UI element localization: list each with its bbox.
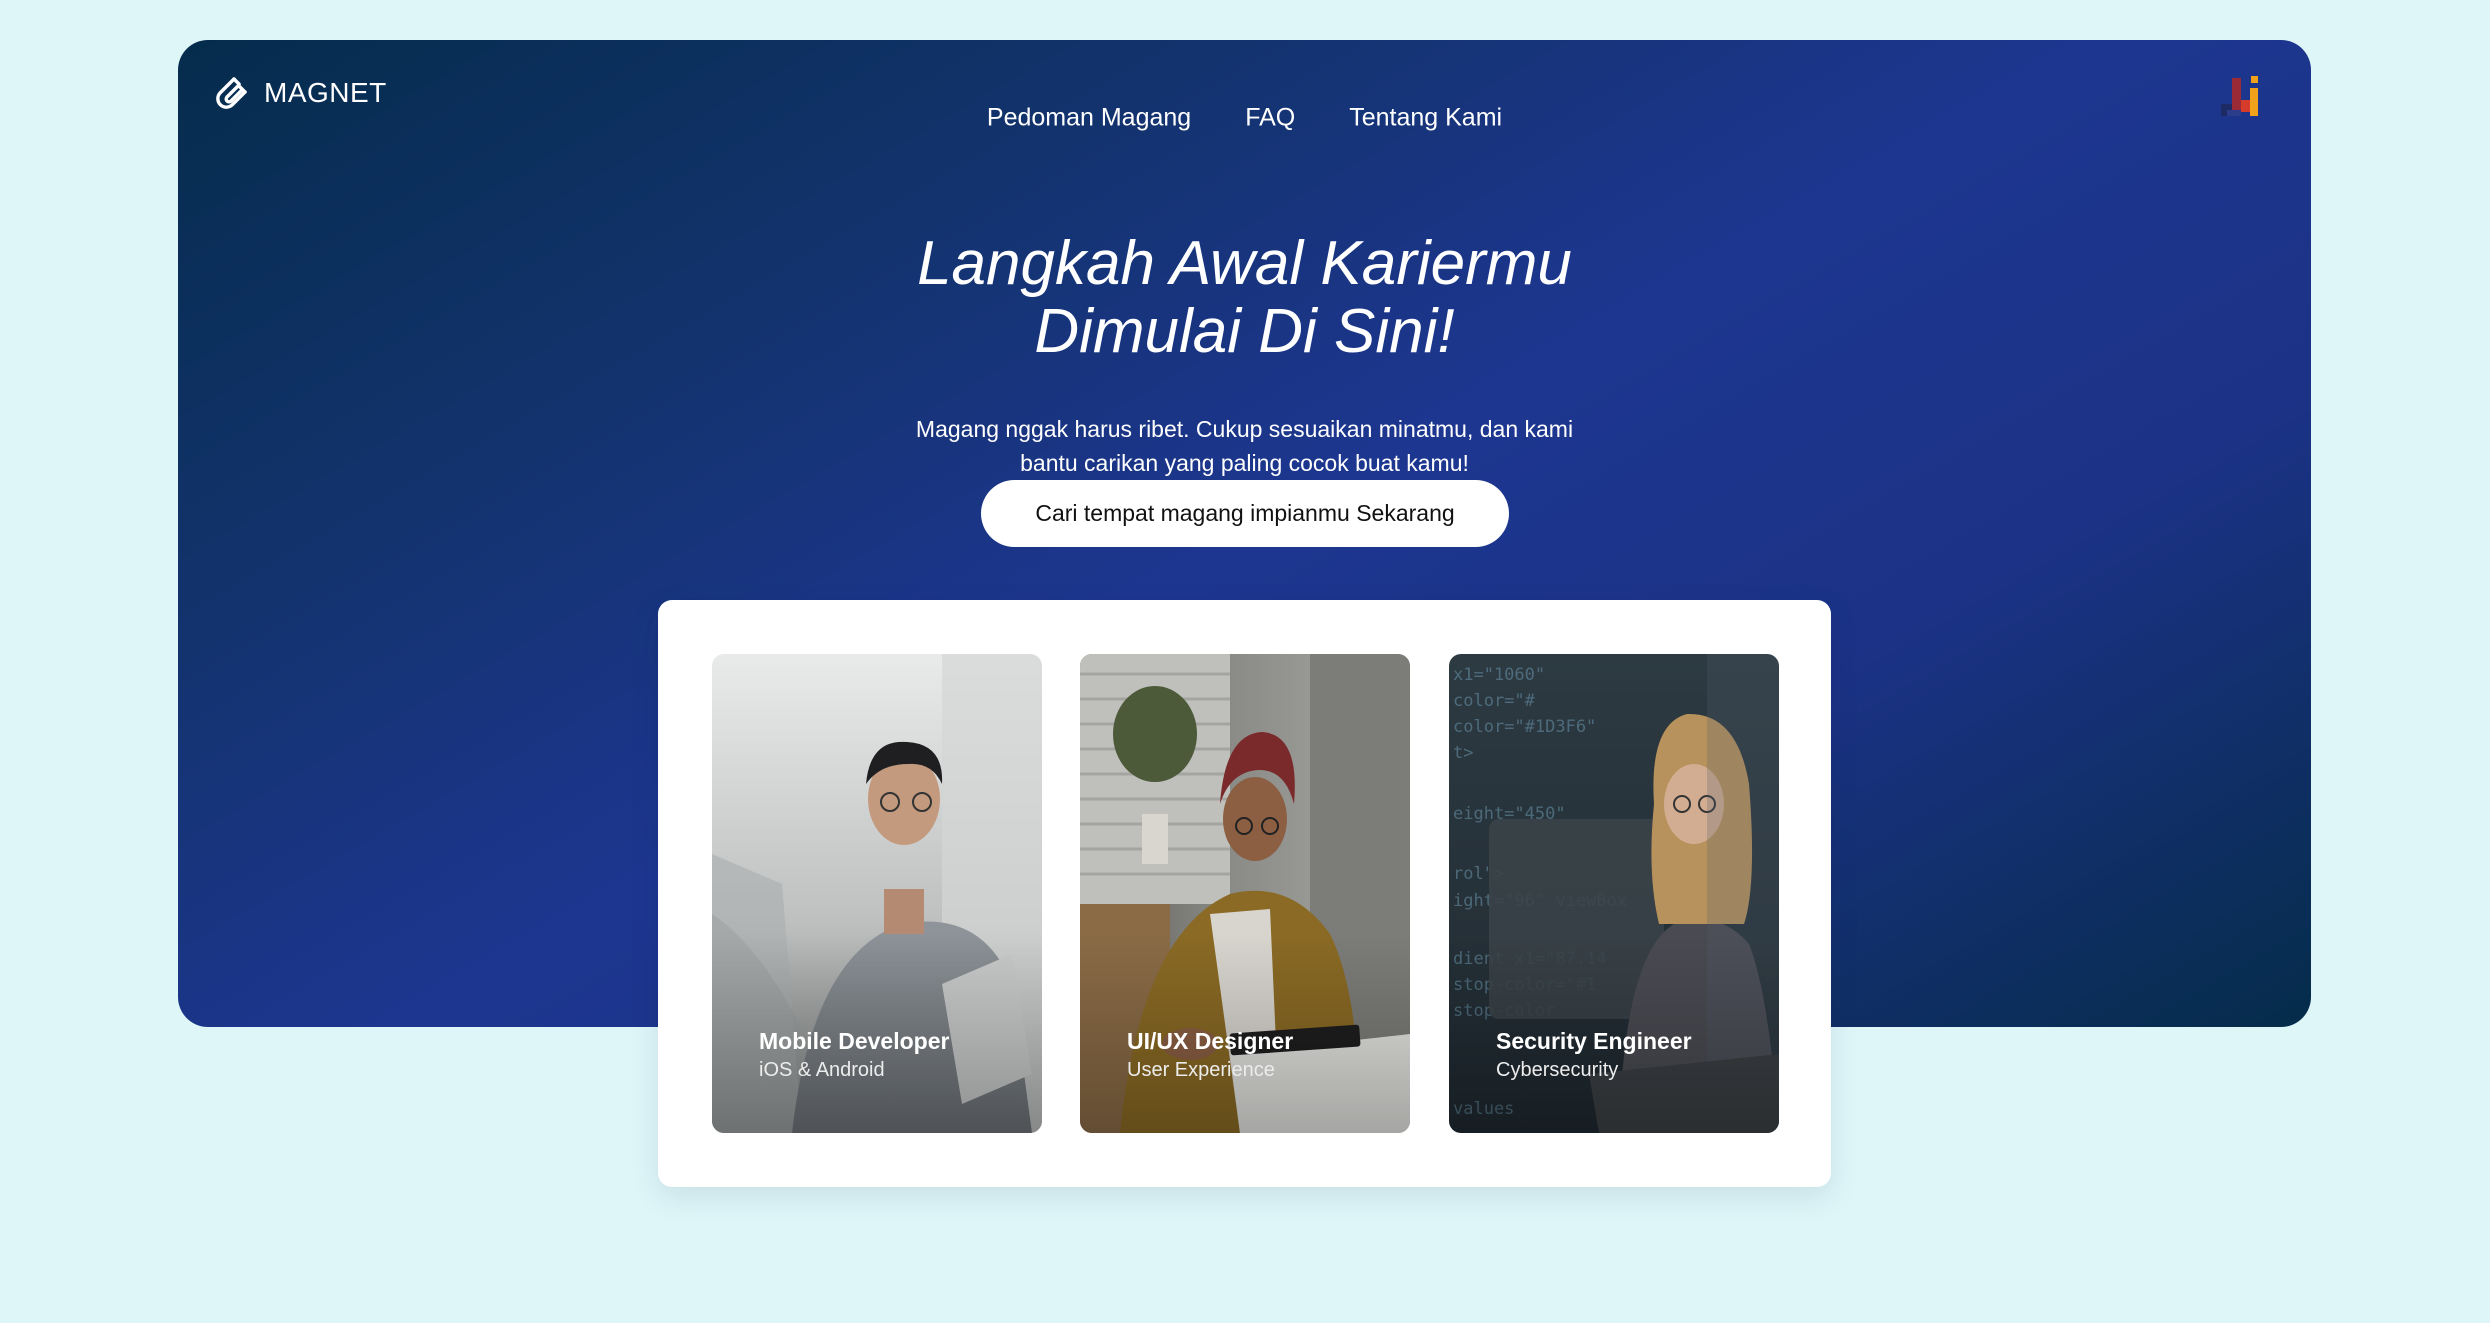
partner-logo-icon[interactable] [2219,70,2269,120]
nav-link-pedoman-magang[interactable]: Pedoman Magang [987,104,1191,133]
hero-subtitle-line-2: bantu carikan yang paling cocok buat kam… [1020,450,1469,476]
hero-title: Langkah Awal Kariermu Dimulai Di Sini! [178,230,2311,366]
find-internship-button[interactable]: Cari tempat magang impianmu Sekarang [981,480,1509,547]
svg-text:color="#: color="# [1453,691,1536,711]
nav-link-faq[interactable]: FAQ [1245,104,1295,133]
nav-link-tentang-kami[interactable]: Tentang Kami [1349,104,1502,133]
hero-subtitle-line-1: Magang nggak harus ribet. Cukup sesuaika… [915,416,1574,442]
card-subtitle: User Experience [1127,1059,1275,1081]
card-title: Mobile Developer [759,1028,950,1054]
card-subtitle: Cybersecurity [1496,1059,1619,1081]
career-card-security-engineer[interactable]: x1="1060" color="# color="#1D3F6" t> eig… [1449,654,1779,1133]
hero-subtitle: Magang nggak harus ribet. Cukup sesuaika… [178,412,2311,480]
career-card-ui-ux-designer[interactable]: UI/UX Designer User Experience [1080,654,1410,1133]
card-title: UI/UX Designer [1127,1028,1294,1054]
career-cards-panel: Mobile Developer iOS & Android UI/UX Des… [658,600,1831,1187]
svg-text:t>: t> [1453,743,1473,763]
main-nav: Pedoman Magang FAQ Tentang Kami [178,104,2311,133]
card-title: Security Engineer [1496,1028,1692,1054]
career-card-mobile-developer[interactable]: Mobile Developer iOS & Android [712,654,1042,1133]
top-navbar: MAGNET Pedoman Magang FAQ Tentang Kami [178,40,2311,146]
svg-text:color="#1D3F6": color="#1D3F6" [1453,717,1596,737]
hero-title-line-1: Langkah Awal Kariermu [917,229,1572,298]
svg-text:x1="1060": x1="1060" [1453,665,1545,685]
card-subtitle: iOS & Android [759,1059,885,1081]
hero-title-line-2: Dimulai Di Sini! [1034,297,1455,366]
